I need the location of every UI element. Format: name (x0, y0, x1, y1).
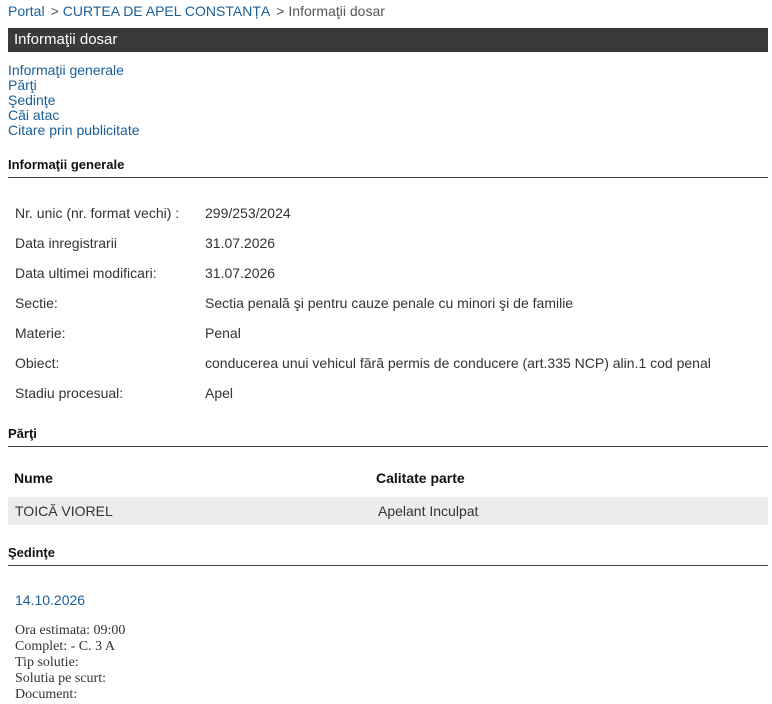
info-label: Nr. unic (nr. format vechi) : (15, 205, 180, 221)
table-row: TOICĂ VIOREL Apelant Inculpat (8, 497, 768, 525)
info-value: Sectia penală şi pentru cauze penale cu … (205, 295, 574, 311)
table-of-contents: Informaţii generale Părţi Şedinţe Căi at… (8, 63, 140, 138)
hearing-solution-summary: Solutia pe scurt: (15, 671, 106, 686)
section-heading-sedinte: Şedinţe (8, 545, 768, 566)
info-value: Apel (205, 385, 234, 401)
parti-table-header: Nume Calitate parte (8, 470, 768, 490)
info-value: 299/253/2024 (205, 205, 291, 221)
breadcrumb-separator: > (50, 3, 59, 19)
breadcrumb-portal-link[interactable]: Portal (8, 3, 45, 19)
page-title-bar: Informaţii dosar (8, 28, 768, 52)
party-role: Apelant Inculpat (378, 503, 479, 519)
hearing-panel: Complet: - C. 3 A (15, 639, 115, 654)
breadcrumb-court-link[interactable]: CURTEA DE APEL CONSTANȚA (63, 3, 270, 19)
section-heading-parti: Părţi (8, 426, 768, 447)
breadcrumb-current: Informaţii dosar (288, 3, 385, 19)
section-heading-informatii-generale: Informaţii generale (8, 157, 768, 178)
info-label: Data inregistrarii (15, 235, 117, 251)
info-label: Stadiu procesual: (15, 385, 124, 401)
info-label: Materie: (15, 325, 66, 341)
info-label: Data ultimei modificari: (15, 265, 157, 281)
party-name: TOICĂ VIOREL (15, 503, 113, 519)
toc-link-parti[interactable]: Părţi (8, 78, 140, 93)
column-header-nume: Nume (14, 470, 53, 486)
info-label: Obiect: (15, 355, 60, 371)
toc-link-citare-prin-publicitate[interactable]: Citare prin publicitate (8, 123, 140, 138)
breadcrumb: Portal > CURTEA DE APEL CONSTANȚA > Informaţ… (8, 3, 385, 19)
hearing-details: Ora estimata: 09:00 Complet: - C. 3 A Ti… (15, 623, 125, 703)
breadcrumb-separator: > (276, 3, 285, 19)
info-value: 31.07.2026 (205, 235, 276, 251)
toc-link-cai-atac[interactable]: Căi atac (8, 108, 140, 123)
hearing-date: 14.10.2026 (15, 592, 86, 608)
hearing-document: Document: (15, 687, 78, 702)
toc-link-sedinte[interactable]: Şedinţe (8, 93, 140, 108)
info-label: Sectie: (15, 295, 58, 311)
hearing-time: Ora estimata: 09:00 (15, 623, 126, 638)
info-value: Penal (205, 325, 241, 341)
hearing-solution-type: Tip solutie: (15, 655, 79, 670)
column-header-calitate-parte: Calitate parte (376, 470, 465, 486)
info-value: 31.07.2026 (205, 265, 276, 281)
info-value: conducerea unui vehicul fără permis de c… (205, 355, 711, 371)
toc-link-informatii-generale[interactable]: Informaţii generale (8, 63, 140, 78)
